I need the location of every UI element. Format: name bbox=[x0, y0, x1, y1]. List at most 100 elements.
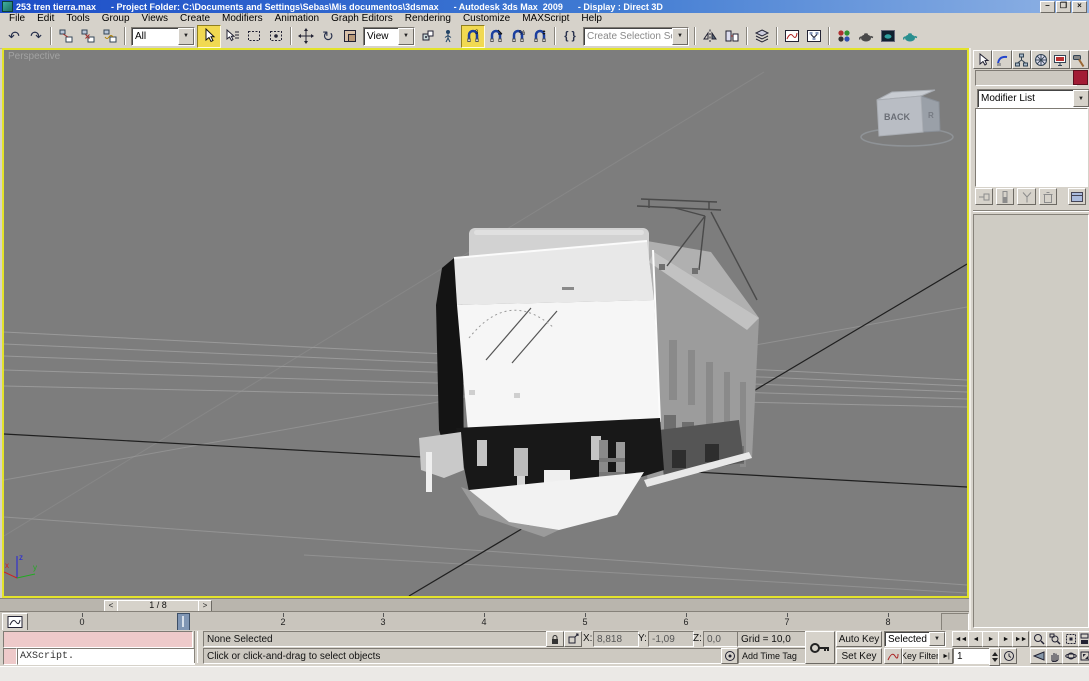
maxscript-mini-listener-output[interactable] bbox=[3, 631, 193, 648]
menu-customize[interactable]: Customize bbox=[457, 13, 516, 24]
menu-create[interactable]: Create bbox=[174, 13, 216, 24]
zoom-extents-button[interactable] bbox=[1062, 631, 1079, 647]
perspective-viewport[interactable]: Perspective bbox=[2, 48, 969, 598]
render-setup-button[interactable] bbox=[855, 26, 877, 47]
tab-utilities[interactable] bbox=[1070, 50, 1089, 69]
viewport-label[interactable]: Perspective bbox=[8, 51, 60, 62]
named-selection-sets-button[interactable]: { } bbox=[559, 26, 581, 47]
viewcube[interactable]: BACK R bbox=[861, 90, 953, 146]
menu-maxscript[interactable]: MAXScript bbox=[516, 13, 575, 24]
menu-modifiers[interactable]: Modifiers bbox=[216, 13, 269, 24]
key-mode-toggle-button[interactable]: ►| bbox=[938, 648, 953, 664]
rectangular-selection-region-button[interactable] bbox=[243, 26, 265, 47]
pin-stack-button[interactable] bbox=[975, 188, 993, 205]
unlink-selection-button[interactable] bbox=[77, 26, 99, 47]
menu-help[interactable]: Help bbox=[575, 13, 608, 24]
time-configuration-button[interactable] bbox=[1000, 648, 1017, 664]
quick-render-button[interactable] bbox=[899, 26, 921, 47]
title-bar[interactable]: 253 tren tierra.max - Project Folder: C:… bbox=[0, 0, 1089, 13]
tab-modify[interactable] bbox=[992, 50, 1011, 69]
tab-motion[interactable] bbox=[1031, 50, 1050, 69]
select-and-link-button[interactable] bbox=[55, 26, 77, 47]
menu-edit[interactable]: Edit bbox=[31, 13, 60, 24]
open-mini-curve-editor-button[interactable] bbox=[2, 613, 28, 631]
auto-key-button[interactable]: Auto Key bbox=[836, 631, 882, 647]
communications-center-button[interactable] bbox=[721, 648, 738, 664]
select-object-button[interactable] bbox=[197, 25, 221, 48]
statusbar-splitter[interactable] bbox=[194, 631, 198, 663]
zoom-all-button[interactable] bbox=[1046, 631, 1063, 647]
object-name-field[interactable] bbox=[975, 70, 1077, 86]
select-and-scale-button[interactable] bbox=[339, 26, 361, 47]
menu-animation[interactable]: Animation bbox=[269, 13, 325, 24]
default-key-tangent-button[interactable] bbox=[884, 648, 902, 664]
object-color-swatch[interactable] bbox=[1073, 70, 1088, 85]
curve-editor-button[interactable] bbox=[781, 26, 803, 47]
spinner-snap-toggle-button[interactable] bbox=[529, 26, 551, 47]
select-by-name-button[interactable] bbox=[221, 26, 243, 47]
add-time-tag-field[interactable]: Add Time Tag bbox=[738, 648, 809, 664]
layer-manager-button[interactable] bbox=[751, 26, 773, 47]
undo-button[interactable]: ↶ bbox=[3, 26, 25, 47]
named-selection-set-dropdown[interactable]: Create Selection Set▼ bbox=[583, 27, 689, 46]
x-coordinate-field[interactable]: 8,818 bbox=[593, 631, 639, 647]
field-of-view-button[interactable] bbox=[1030, 648, 1047, 664]
y-coordinate-field[interactable]: -1,09 bbox=[648, 631, 694, 647]
time-slider[interactable]: < 1 / 8 > bbox=[0, 598, 970, 612]
menu-group[interactable]: Group bbox=[96, 13, 136, 24]
absolute-offset-mode-toggle[interactable] bbox=[564, 631, 582, 647]
angle-snap-toggle-button[interactable] bbox=[485, 26, 507, 47]
window-crossing-toggle-button[interactable] bbox=[265, 26, 287, 47]
key-filter-selected-dropdown[interactable]: Selected▼ bbox=[884, 631, 946, 647]
restore-button[interactable]: ❐ bbox=[1056, 1, 1071, 13]
use-pivot-point-center-button[interactable] bbox=[417, 26, 439, 47]
tab-hierarchy[interactable] bbox=[1012, 50, 1031, 69]
next-frame-button[interactable]: ► bbox=[998, 631, 1013, 647]
current-frame-indicator[interactable] bbox=[177, 613, 190, 631]
maximize-viewport-toggle-button[interactable] bbox=[1078, 648, 1089, 664]
menu-views[interactable]: Views bbox=[136, 13, 175, 24]
configure-modifier-sets-button[interactable] bbox=[1068, 188, 1086, 205]
modifier-list-dropdown[interactable]: Modifier List▼ bbox=[977, 89, 1089, 108]
rendered-frame-window-button[interactable] bbox=[877, 26, 899, 47]
arc-rotate-button[interactable] bbox=[1062, 648, 1079, 664]
go-to-start-button[interactable]: ◄◄ bbox=[952, 631, 969, 647]
frame-spinner[interactable] bbox=[989, 648, 1000, 666]
menu-graph-editors[interactable]: Graph Editors bbox=[325, 13, 399, 24]
remove-modifier-button[interactable] bbox=[1039, 188, 1057, 205]
select-and-rotate-button[interactable]: ↻ bbox=[317, 26, 339, 47]
previous-frame-button[interactable]: ◄ bbox=[968, 631, 983, 647]
schematic-view-button[interactable] bbox=[803, 26, 825, 47]
zoom-button[interactable] bbox=[1030, 631, 1047, 647]
close-button[interactable]: × bbox=[1072, 1, 1087, 13]
track-bar[interactable]: 0 1 2 3 4 5 6 7 8 bbox=[0, 611, 970, 632]
play-animation-button[interactable]: ► bbox=[982, 631, 999, 647]
modifier-stack-list[interactable] bbox=[975, 108, 1088, 187]
selection-filter-dropdown[interactable]: All▼ bbox=[131, 27, 195, 46]
maxscript-mini-listener-input[interactable]: AXScript. bbox=[17, 648, 195, 665]
make-unique-button[interactable] bbox=[1017, 188, 1035, 205]
snaps-toggle-button[interactable]: 3 bbox=[461, 25, 485, 48]
reference-coordinate-system-dropdown[interactable]: View▼ bbox=[363, 27, 415, 46]
menu-rendering[interactable]: Rendering bbox=[399, 13, 457, 24]
select-and-manipulate-button[interactable] bbox=[439, 26, 461, 47]
menu-tools[interactable]: Tools bbox=[60, 13, 95, 24]
tab-create[interactable] bbox=[973, 50, 992, 69]
show-end-result-button[interactable] bbox=[996, 188, 1014, 205]
pan-view-button[interactable] bbox=[1046, 648, 1063, 664]
tab-display[interactable] bbox=[1050, 50, 1069, 69]
minimize-button[interactable]: – bbox=[1040, 1, 1055, 13]
material-editor-button[interactable] bbox=[833, 26, 855, 47]
redo-button[interactable]: ↷ bbox=[25, 26, 47, 47]
percent-snap-toggle-button[interactable]: % bbox=[507, 26, 529, 47]
select-and-move-button[interactable] bbox=[295, 26, 317, 47]
set-keys-button[interactable] bbox=[805, 631, 835, 664]
align-button[interactable] bbox=[721, 26, 743, 47]
bind-to-space-warp-button[interactable] bbox=[99, 26, 121, 47]
zoom-extents-all-button[interactable] bbox=[1078, 631, 1089, 647]
selection-lock-toggle[interactable] bbox=[546, 631, 564, 647]
z-coordinate-field[interactable]: 0,0 bbox=[703, 631, 741, 647]
set-key-button[interactable]: Set Key bbox=[836, 648, 882, 664]
menu-file[interactable]: File bbox=[3, 13, 31, 24]
train-model[interactable] bbox=[419, 199, 759, 537]
